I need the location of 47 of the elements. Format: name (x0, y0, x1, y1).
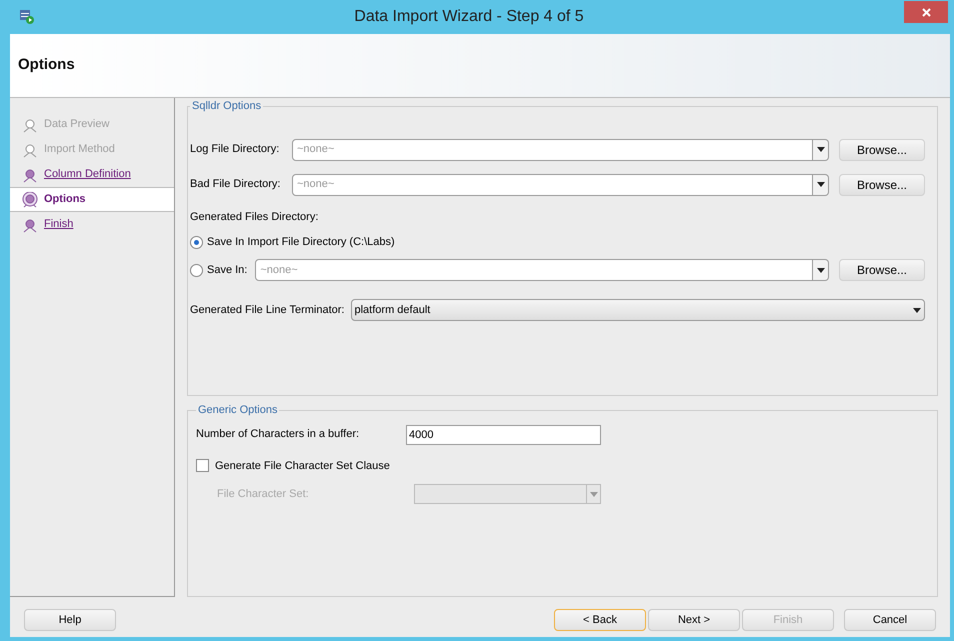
page-heading: Options (18, 55, 75, 76)
field-label: Log File Directory: (190, 142, 280, 158)
dialog-button[interactable]: < Back (554, 609, 646, 631)
step-person-icon (22, 216, 38, 232)
radio-label: Save In Import File Directory (C:\Labs) (207, 234, 395, 250)
checkbox[interactable] (196, 459, 209, 472)
dropdown-button[interactable] (813, 259, 829, 281)
directory-field[interactable]: ~none~ (255, 259, 813, 281)
section-label: Generated Files Directory: (190, 210, 318, 224)
app-icon (20, 10, 34, 24)
step-person-icon (22, 116, 38, 132)
field-label: Generated File Line Terminator: (190, 302, 344, 318)
step-person-icon (22, 166, 38, 182)
wizard-step[interactable]: Finish (10, 212, 174, 237)
dropdown-button[interactable] (813, 174, 829, 196)
group-title: Sqlldr Options (191, 99, 262, 114)
wizard-step[interactable]: Column Definition (10, 162, 174, 187)
dropdown-caret-icon (816, 268, 824, 272)
group-title: Generic Options (197, 403, 278, 418)
radio-button[interactable] (190, 236, 203, 248)
dropdown-caret-icon (816, 147, 824, 152)
checkbox-label: Generate File Character Set Clause (215, 458, 390, 474)
close-button[interactable] (904, 1, 948, 23)
step-person-icon (22, 142, 38, 158)
field-label: Bad File Directory: (190, 177, 282, 192)
buffer-size-field[interactable]: 4000 (406, 424, 601, 444)
dialog-button[interactable]: Help (24, 609, 116, 631)
dialog-button[interactable]: Cancel (844, 609, 936, 631)
step-person-icon (22, 192, 38, 208)
close-icon (922, 8, 930, 16)
dropdown-caret-icon (590, 492, 598, 496)
directory-field[interactable]: ~none~ (292, 138, 813, 160)
wizard-step[interactable]: Options (10, 187, 174, 212)
field-label: Number of Characters in a buffer: (196, 427, 360, 442)
dropdown-button[interactable] (813, 138, 829, 160)
directory-field[interactable]: ~none~ (292, 174, 813, 196)
radio-label: Save In: (207, 262, 248, 278)
terminator-dropdown[interactable]: platform default (350, 299, 925, 321)
browse-button[interactable]: Browse... (839, 174, 925, 196)
browse-button[interactable]: Browse... (839, 259, 925, 281)
browse-button[interactable]: Browse... (839, 138, 925, 160)
dropdown-caret-icon (913, 308, 921, 312)
radio-button[interactable] (190, 264, 203, 276)
dialog-button[interactable]: Next > (648, 609, 740, 631)
field-label: File Character Set: (217, 486, 310, 502)
window-title: Data Import Wizard - Step 4 of 5 (353, 7, 585, 27)
dropdown-caret-icon (816, 182, 824, 187)
